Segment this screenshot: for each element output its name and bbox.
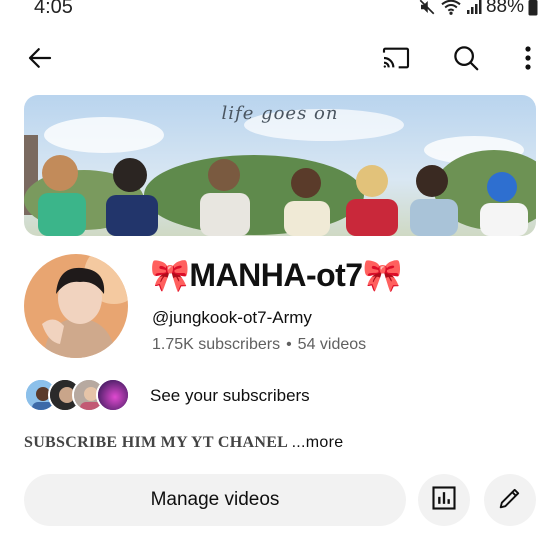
mute-icon (418, 0, 436, 16)
edit-channel-button[interactable] (484, 474, 536, 526)
analytics-icon (430, 484, 458, 517)
see-subscribers-label: See your subscribers (150, 386, 310, 405)
subscriber-avatars (24, 378, 138, 414)
cast-button[interactable] (374, 38, 418, 82)
more-button[interactable] (506, 38, 550, 82)
channel-description[interactable]: SUBSCRIBE HIM MY YT CHANEL ...more (24, 434, 343, 452)
edit-icon (496, 484, 524, 517)
back-button[interactable] (18, 38, 62, 82)
battery-text: 88% (485, 0, 524, 17)
status-icons: 88% (418, 0, 538, 18)
channel-avatar[interactable] (24, 254, 128, 358)
battery-icon (528, 0, 538, 16)
cast-icon (380, 42, 412, 79)
app-bar (0, 38, 560, 86)
description-text: SUBSCRIBE HIM MY YT CHANEL (24, 434, 292, 451)
status-time: 4:05 (34, 0, 73, 18)
signal-icon (466, 0, 482, 15)
channel-name: 🎀MANHA-ot7🎀 (150, 257, 402, 293)
analytics-button[interactable] (418, 474, 470, 526)
channel-banner[interactable]: life goes on (24, 95, 536, 236)
channel-handle: @jungkook-ot7-Army (152, 308, 312, 327)
video-count: 54 videos (297, 336, 367, 353)
banner-caption: life goes on (221, 103, 339, 124)
wifi-icon (440, 0, 462, 16)
search-button[interactable] (444, 38, 488, 82)
manage-videos-label: Manage videos (150, 489, 280, 510)
see-subscribers-row[interactable]: See your subscribers (24, 378, 310, 414)
more-link[interactable]: ...more (292, 434, 344, 451)
stats-separator: • (286, 336, 292, 353)
arrow-left-icon (25, 43, 55, 78)
more-vert-icon (524, 45, 532, 76)
subscriber-avatar (96, 378, 130, 412)
status-bar: 4:05 88% (0, 0, 560, 22)
search-icon (451, 43, 481, 78)
manage-videos-button[interactable]: Manage videos (24, 474, 406, 526)
subscriber-count: 1.75K subscribers (152, 336, 281, 353)
channel-stats: 1.75K subscribers • 54 videos (152, 336, 366, 354)
avatar-image (24, 254, 128, 358)
